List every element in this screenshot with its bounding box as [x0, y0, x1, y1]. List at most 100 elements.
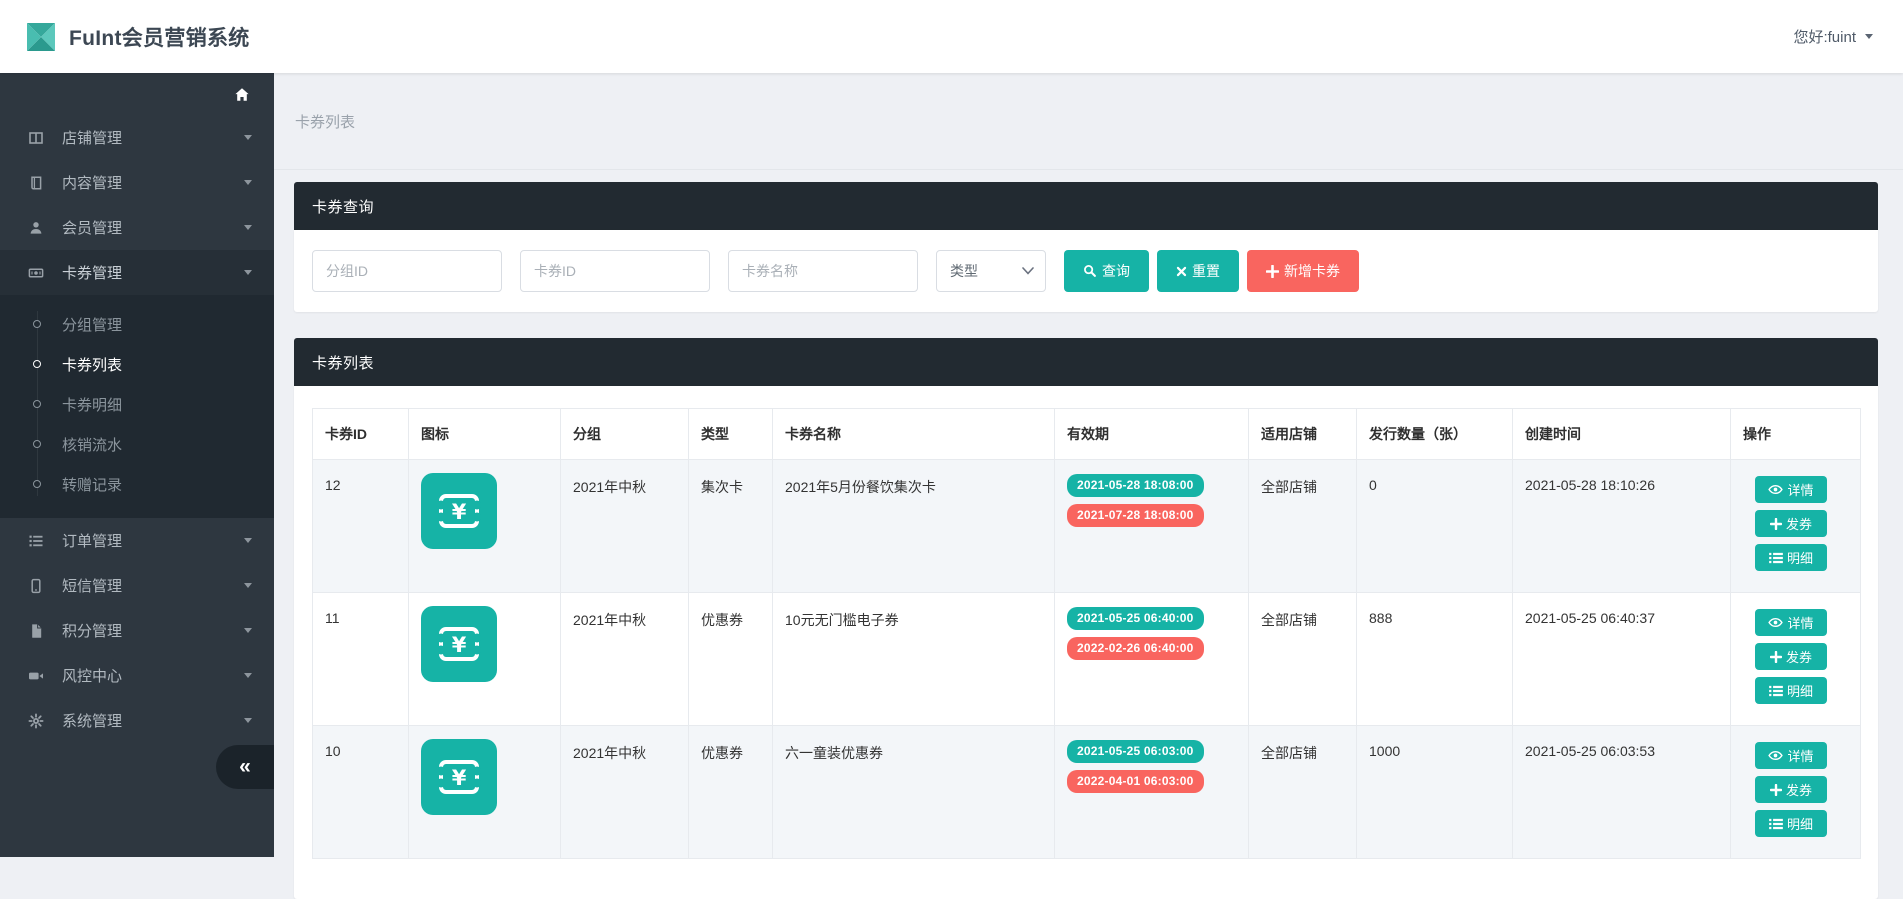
sidebar-subitem-label: 分组管理	[62, 314, 122, 335]
cell-group: 2021年中秋	[561, 726, 689, 859]
sidebar-item-label: 风控中心	[62, 665, 122, 686]
chevron-down-icon	[244, 270, 252, 275]
cell-type: 优惠券	[689, 593, 773, 726]
cell-actions: 详情发券明细	[1731, 460, 1861, 593]
brand-logo-icon	[27, 23, 55, 51]
sidebar-subitem-label: 卡券列表	[62, 354, 122, 375]
type-select-value: 类型	[950, 261, 978, 281]
coupon-ticket-icon: ¥	[421, 739, 497, 815]
bullet-icon	[33, 400, 41, 408]
sidebar-item-6[interactable]: 积分管理	[0, 608, 274, 653]
chevron-down-icon	[1865, 34, 1873, 39]
cell-validity: 2021-05-25 06:40:00 2022-02-26 06:40:00	[1055, 593, 1249, 726]
add-coupon-button[interactable]: 新增卡券	[1247, 250, 1359, 292]
chevron-down-icon	[244, 673, 252, 678]
sidebar-subitem-4[interactable]: 转赠记录	[0, 464, 274, 504]
sidebar-item-label: 卡券管理	[62, 262, 122, 283]
sidebar-item-5[interactable]: 短信管理	[0, 563, 274, 608]
validity-end-badge: 2022-04-01 06:03:00	[1067, 770, 1204, 793]
search-panel-header: 卡券查询	[294, 182, 1878, 230]
search-form: 类型 查询 重置	[294, 230, 1878, 312]
table-row: 11¥2021年中秋优惠券10元无门槛电子券2021-05-25 06:40:0…	[313, 593, 1861, 726]
cell-stores: 全部店铺	[1249, 593, 1357, 726]
sidebar-subitem-3[interactable]: 核销流水	[0, 424, 274, 464]
sidebar-item-8[interactable]: 系统管理	[0, 698, 274, 743]
sms-icon	[27, 577, 44, 594]
search-field-0[interactable]	[312, 250, 502, 292]
sidebar-item-2[interactable]: 会员管理	[0, 205, 274, 250]
sidebar-item-3[interactable]: 卡券管理	[0, 250, 274, 295]
validity-end-badge: 2022-02-26 06:40:00	[1067, 637, 1204, 660]
query-button[interactable]: 查询	[1064, 250, 1149, 292]
sidebar: 店铺管理内容管理会员管理卡券管理分组管理卡券列表卡券明细核销流水转赠记录订单管理…	[0, 73, 274, 857]
table-row: 10¥2021年中秋优惠券六一童装优惠券2021-05-25 06:03:002…	[313, 726, 1861, 859]
validity-end-badge: 2021-07-28 18:08:00	[1067, 504, 1204, 527]
chevron-down-icon	[244, 135, 252, 140]
chevron-down-icon	[244, 628, 252, 633]
user-menu[interactable]: 您好:fuint	[1793, 26, 1873, 47]
cell-actions: 详情发券明细	[1731, 593, 1861, 726]
issue-button[interactable]: 发券	[1755, 643, 1827, 670]
records-button[interactable]: 明细	[1755, 810, 1827, 837]
sidebar-subitem-label: 核销流水	[62, 434, 122, 455]
detail-button-label: 详情	[1787, 613, 1813, 632]
type-select[interactable]: 类型	[936, 250, 1046, 292]
records-button[interactable]: 明细	[1755, 544, 1827, 571]
sidebar-subitem-1[interactable]: 卡券列表	[0, 344, 274, 384]
plus-icon	[1770, 651, 1782, 663]
cell-quantity: 0	[1357, 460, 1513, 593]
risk-icon	[27, 667, 44, 684]
records-button[interactable]: 明细	[1755, 677, 1827, 704]
validity-start-badge: 2021-05-25 06:40:00	[1067, 607, 1204, 630]
detail-button-label: 详情	[1787, 480, 1813, 499]
table-header-row: 卡券ID图标分组类型卡券名称有效期适用店铺发行数量（张）创建时间操作	[313, 409, 1861, 460]
column-header: 类型	[689, 409, 773, 460]
sidebar-item-0[interactable]: 店铺管理	[0, 115, 274, 160]
cell-stores: 全部店铺	[1249, 726, 1357, 859]
chevron-down-icon	[244, 538, 252, 543]
bullet-icon	[33, 440, 41, 448]
cell-validity: 2021-05-28 18:08:002021-07-28 18:08:00	[1055, 460, 1249, 593]
sidebar-collapse-button[interactable]: «	[216, 745, 274, 789]
sidebar-item-4[interactable]: 订单管理	[0, 518, 274, 563]
sidebar-item-label: 内容管理	[62, 172, 122, 193]
sidebar-home-link[interactable]	[0, 73, 274, 115]
sidebar-subitem-2[interactable]: 卡券明细	[0, 384, 274, 424]
sidebar-nav: 店铺管理内容管理会员管理卡券管理分组管理卡券列表卡券明细核销流水转赠记录订单管理…	[0, 115, 274, 743]
row-actions: 详情发券明细	[1755, 609, 1848, 704]
search-field-2[interactable]	[728, 250, 918, 292]
cell-group: 2021年中秋	[561, 460, 689, 593]
sidebar-subitem-0[interactable]: 分组管理	[0, 304, 274, 344]
chevron-down-icon	[244, 225, 252, 230]
chevron-down-icon	[1022, 267, 1034, 275]
sidebar-item-label: 店铺管理	[62, 127, 122, 148]
detail-button[interactable]: 详情	[1755, 742, 1827, 769]
sidebar-subitem-label: 卡券明细	[62, 394, 122, 415]
list-icon	[1769, 685, 1783, 697]
column-header: 创建时间	[1513, 409, 1731, 460]
sidebar-item-label: 系统管理	[62, 710, 122, 731]
search-panel: 卡券查询 类型 查询	[294, 182, 1878, 312]
member-icon	[27, 219, 44, 236]
column-header: 分组	[561, 409, 689, 460]
sidebar-item-1[interactable]: 内容管理	[0, 160, 274, 205]
issue-button[interactable]: 发券	[1755, 776, 1827, 803]
issue-button[interactable]: 发券	[1755, 510, 1827, 537]
sidebar-item-7[interactable]: 风控中心	[0, 653, 274, 698]
detail-button[interactable]: 详情	[1755, 609, 1827, 636]
coupon-list-panel: 卡券列表 卡券ID图标分组类型卡券名称有效期适用店铺发行数量（张）创建时间操作 …	[294, 338, 1878, 899]
cell-created: 2021-05-28 18:10:26	[1513, 460, 1731, 593]
cell-coupon-id: 10	[313, 726, 409, 859]
reset-button[interactable]: 重置	[1157, 250, 1239, 292]
detail-button[interactable]: 详情	[1755, 476, 1827, 503]
coupon-table: 卡券ID图标分组类型卡券名称有效期适用店铺发行数量（张）创建时间操作 12¥20…	[312, 408, 1861, 859]
bullet-icon	[33, 360, 41, 368]
home-icon	[234, 87, 250, 102]
sidebar-item-label: 短信管理	[62, 575, 122, 596]
bullet-icon	[33, 480, 41, 488]
sidebar-item-label: 订单管理	[62, 530, 122, 551]
cell-coupon-id: 11	[313, 593, 409, 726]
points-icon	[27, 622, 44, 639]
search-field-1[interactable]	[520, 250, 710, 292]
query-button-label: 查询	[1102, 261, 1130, 281]
